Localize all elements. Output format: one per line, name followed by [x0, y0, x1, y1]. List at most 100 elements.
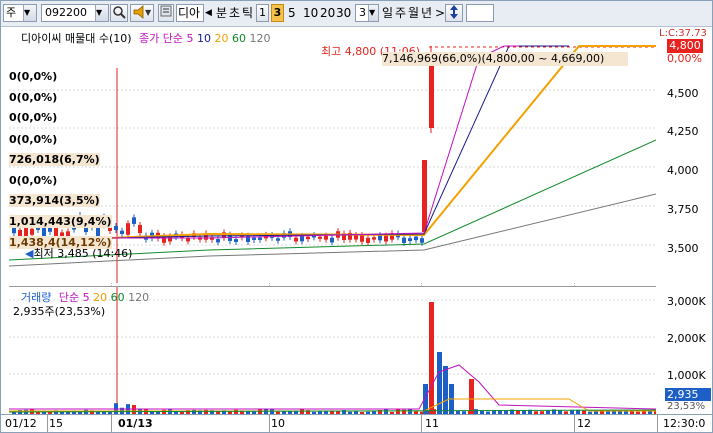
alarm-button[interactable]: ▼	[130, 4, 154, 22]
interval-button-3[interactable]: 3	[271, 4, 284, 22]
candle-body	[120, 230, 124, 234]
interval-button-20[interactable]: 20	[320, 5, 335, 21]
x-tick: 01/12	[5, 417, 37, 430]
candle-body	[422, 160, 427, 232]
candle-body	[408, 238, 412, 242]
candle-body	[114, 226, 118, 230]
volume-y-axis[interactable]: 3,000K 2,000K 1,000K 2,935 23,53%	[657, 287, 712, 414]
range-day-button[interactable]: 일	[382, 5, 393, 21]
range-month-button[interactable]: 월	[408, 5, 419, 21]
legend-ma20: 20	[214, 32, 229, 45]
range-year-button[interactable]: 년	[421, 5, 432, 21]
nav-left-button[interactable]: ◀	[205, 5, 212, 21]
range-annotation: 7,146,969(66,0%)(4,800,00 ~ 4,669,00)	[382, 52, 628, 66]
x-separator	[269, 415, 270, 432]
x-separator	[574, 415, 575, 432]
interval-button-1[interactable]: 1	[256, 4, 269, 22]
period-tick-button[interactable]: 틱	[242, 5, 253, 21]
current-volume-badge: 2,935	[665, 388, 711, 401]
x-separator	[47, 415, 48, 432]
volume-y-tick: 1,000K	[667, 369, 706, 382]
legend-ma120: 120	[249, 32, 271, 45]
x-tick: 12:30:0	[663, 417, 706, 430]
legend-vol-ma60: 60	[110, 291, 125, 304]
legend-vol-ma120: 120	[128, 291, 150, 304]
volume-chart-panel[interactable]: 거래량 단순 5 20 60 120 2,935주(23,53%)	[9, 286, 656, 415]
range-week-button[interactable]: 주	[395, 5, 406, 21]
candle-body	[378, 235, 382, 241]
candle-body	[318, 236, 322, 239]
search-button[interactable]	[110, 4, 128, 22]
stock-code-input[interactable]: 092200 ▼	[41, 4, 109, 22]
scale-toggle-button[interactable]	[445, 4, 463, 22]
up-down-arrow-icon	[450, 5, 458, 19]
legend-ma5: 5	[186, 32, 194, 45]
price-chart-panel[interactable]: 디아이씨 매물대 수(10) 종가 단순 5 10 20 60 120 0(0,…	[9, 28, 656, 283]
interval-select[interactable]: 3 ▼	[355, 4, 379, 22]
x-separator	[657, 415, 658, 432]
volume-profile-label: 0(0,0%)	[9, 174, 58, 187]
nav-right-button[interactable]: >	[435, 5, 445, 21]
interval-select-value: 3	[359, 6, 366, 19]
candle-body	[330, 237, 334, 243]
candle-body	[30, 228, 34, 235]
price-y-axis[interactable]: L:C:37.73 4,800 0,00% 4,500 4,250 4,000 …	[657, 28, 712, 283]
candle-body	[276, 238, 280, 241]
low-annotation-text: 최저 3,485 (14:46)	[33, 247, 133, 260]
favorite-button[interactable]	[158, 4, 174, 22]
x-tick: 10	[271, 417, 285, 430]
stock-icon	[160, 5, 172, 17]
volume-profile-label: 0(0,0%)	[9, 91, 58, 104]
chevron-down-icon: ▼	[368, 5, 378, 21]
candle-body	[360, 235, 364, 242]
price-y-tick: 4,250	[667, 125, 699, 138]
x-tick: 12	[577, 417, 591, 430]
volume-ma-line	[9, 364, 656, 410]
volume-bar	[429, 302, 434, 414]
interval-button-5[interactable]: 5	[288, 5, 296, 21]
volume-chart-canvas	[9, 287, 656, 415]
extra-input[interactable]	[466, 4, 494, 22]
period-minute-button[interactable]: 분	[216, 5, 227, 21]
price-y-tick: 3,500	[667, 242, 699, 255]
top-clip-label: L:C:37.73	[659, 28, 707, 39]
svg-text:▼: ▼	[145, 8, 152, 17]
volume-profile-label: 0(0,0%)	[9, 133, 58, 146]
volume-y-tick: 2,000K	[667, 332, 706, 345]
candle-body	[420, 238, 424, 243]
interval-button-30[interactable]: 30	[336, 5, 351, 21]
price-legend: 디아이씨 매물대 수(10) 종가 단순 5 10 20 60 120	[21, 30, 271, 46]
volume-profile-label: 726,018(6,7%)	[9, 153, 100, 166]
chart-window: 주 ▼ 092200 ▼ ▼ 디아 ◀ 분 초 틱 1 3 5 10 20 30…	[0, 0, 713, 433]
volume-y-tick: 3,000K	[667, 295, 706, 308]
speaker-icon: ▼	[133, 5, 152, 19]
candle-body	[138, 224, 142, 234]
candle-body	[186, 238, 190, 242]
candle-body	[402, 237, 406, 243]
price-legend-ma-label: 종가 단순	[139, 32, 184, 45]
current-change-label: 0,00%	[667, 52, 702, 65]
candle-body	[324, 235, 328, 240]
price-y-tick: 4,000	[667, 164, 699, 177]
volume-profile-label: 0(0,0%)	[9, 111, 58, 124]
market-type-select[interactable]: 주 ▼	[3, 4, 37, 22]
chart-toolbar: 주 ▼ 092200 ▼ ▼ 디아 ◀ 분 초 틱 1 3 5 10 20 30…	[1, 1, 712, 27]
candle-body	[234, 239, 238, 242]
candle-body	[294, 237, 298, 242]
candle-body	[366, 237, 370, 243]
candle-body	[306, 236, 310, 240]
x-separator	[421, 415, 422, 432]
price-y-tick: 3,750	[667, 203, 699, 216]
volume-bar	[443, 366, 448, 414]
candle-body	[132, 217, 136, 224]
candle-body	[372, 237, 376, 240]
stock-name-field: 디아	[176, 4, 204, 22]
interval-button-10[interactable]: 10	[303, 5, 318, 21]
period-second-button[interactable]: 초	[229, 5, 240, 21]
candle-body	[384, 235, 388, 242]
time-x-axis[interactable]: 01/12 15 01/13 10 11 12 12:30:0	[1, 414, 712, 432]
candle-body	[216, 239, 220, 243]
moving-average-line	[9, 45, 519, 239]
candle-body	[126, 223, 130, 235]
x-tick: 15	[49, 417, 63, 430]
